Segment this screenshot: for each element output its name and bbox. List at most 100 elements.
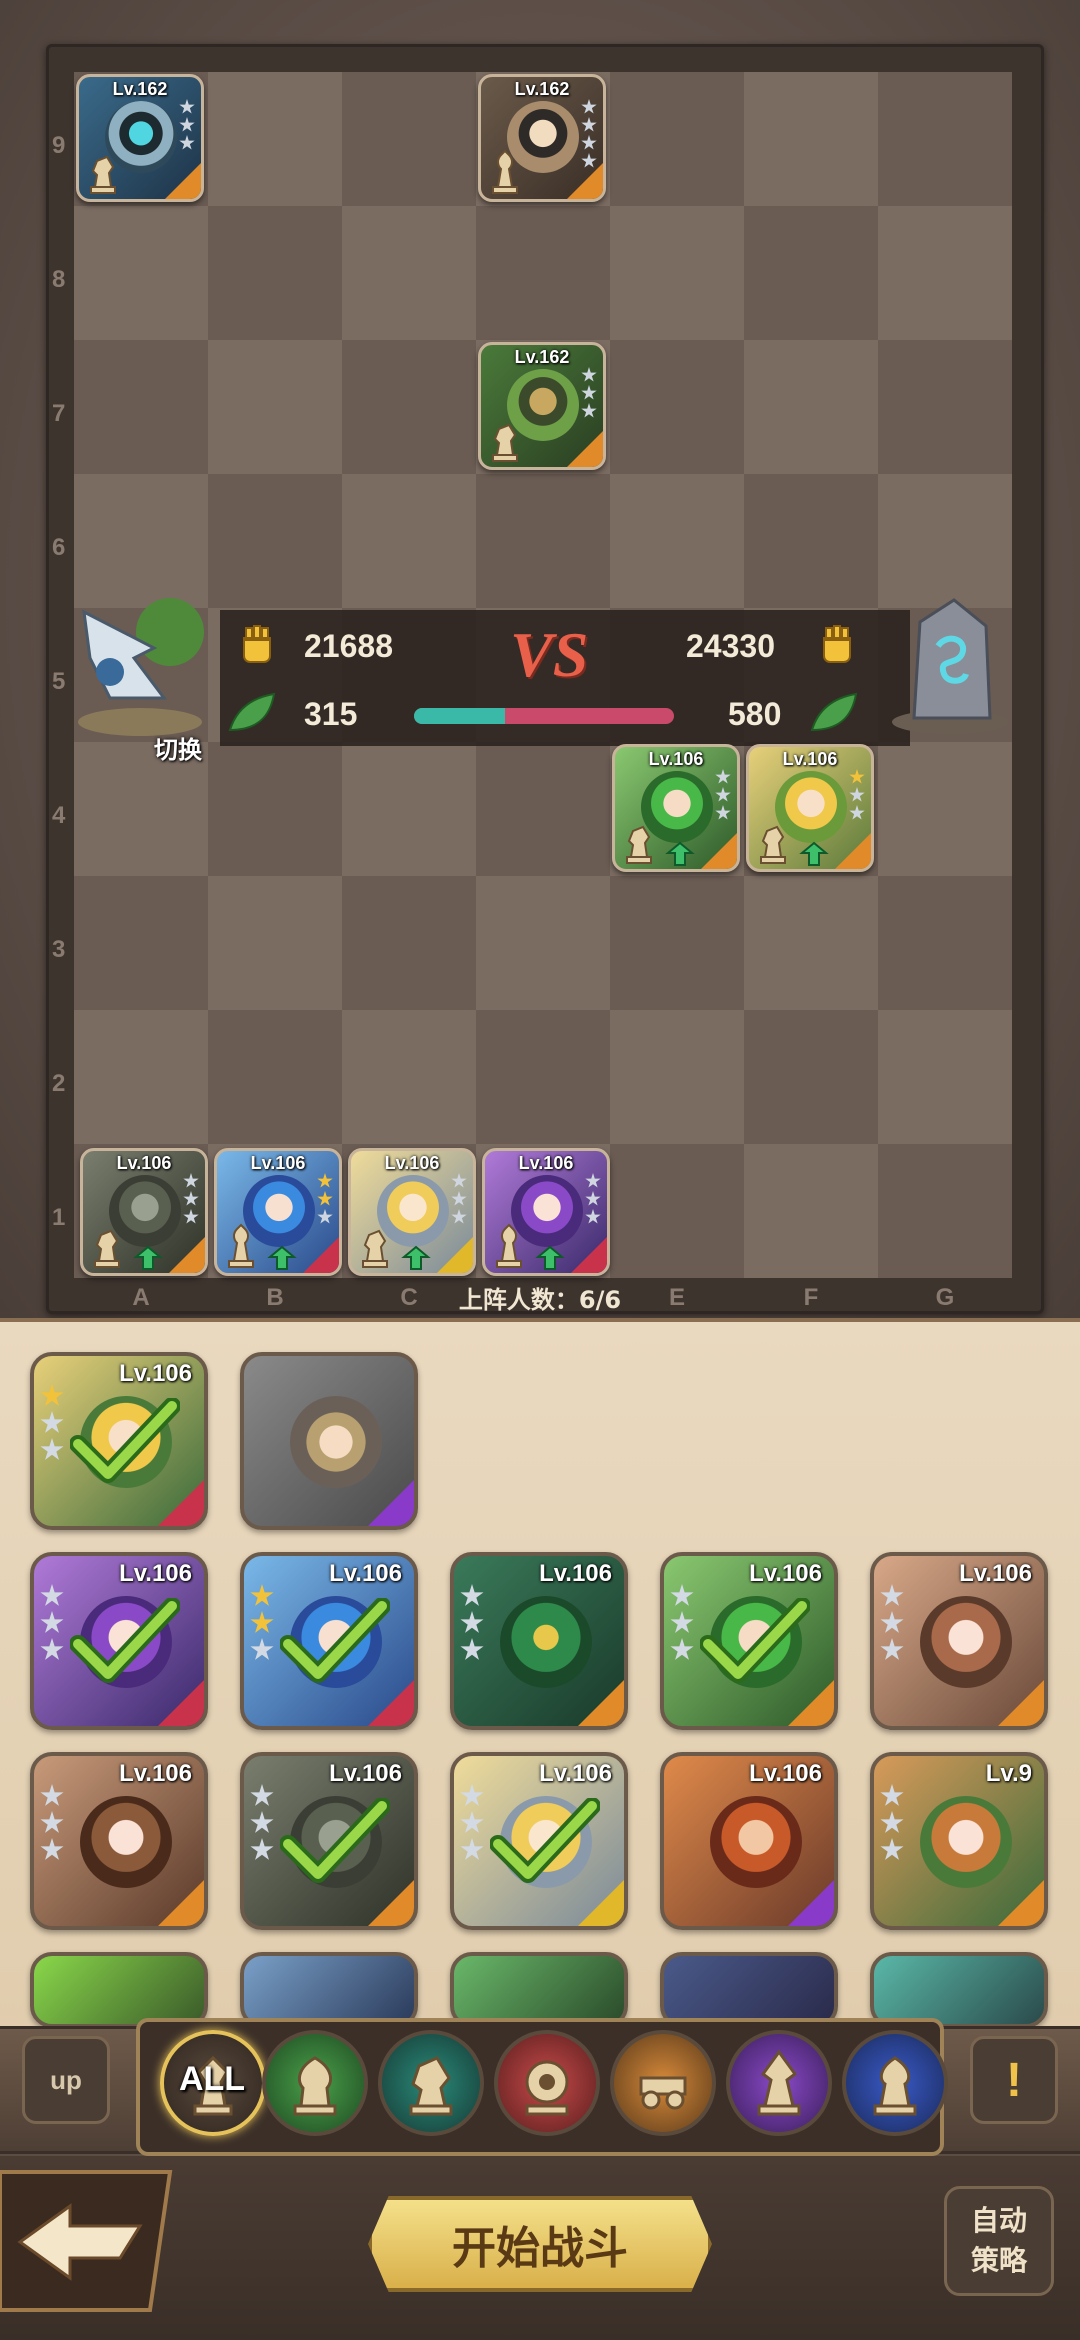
- board-cell[interactable]: [878, 742, 1012, 876]
- board-cell[interactable]: [878, 340, 1012, 474]
- board-cell[interactable]: [878, 876, 1012, 1010]
- hero-card[interactable]: Lv.106: [660, 1752, 838, 1930]
- board-cell[interactable]: [610, 72, 744, 206]
- board-cell[interactable]: [476, 876, 610, 1010]
- chess-horse-icon: [409, 2056, 453, 2116]
- board-cell[interactable]: [342, 72, 476, 206]
- selected-check-icon: [70, 1398, 180, 1483]
- enemy-rune-stone-avatar[interactable]: [880, 586, 1020, 736]
- board-cell[interactable]: [610, 1144, 744, 1278]
- ally-formation-avatar[interactable]: [70, 588, 210, 738]
- board-cell[interactable]: [342, 742, 476, 876]
- board-cell[interactable]: [744, 474, 878, 608]
- board-cell[interactable]: [744, 340, 878, 474]
- board-cell[interactable]: [878, 1010, 1012, 1144]
- enemy-token[interactable]: Lv.162: [478, 74, 606, 202]
- level-label: Lv.106: [119, 1760, 192, 1787]
- ally-power-value: 21688: [304, 628, 393, 664]
- level-label: Lv.106: [329, 1560, 402, 1587]
- filter-support-button[interactable]: [842, 2030, 948, 2136]
- board-cell[interactable]: [342, 876, 476, 1010]
- rarity-corner: [165, 163, 201, 199]
- start-battle-button[interactable]: 开始战斗: [368, 2196, 712, 2292]
- up-label: up: [50, 2064, 82, 2095]
- ally-token[interactable]: Lv.106: [612, 744, 740, 872]
- board-cell[interactable]: [476, 742, 610, 876]
- board-cell[interactable]: [208, 876, 342, 1010]
- hero-card[interactable]: [450, 1952, 628, 2028]
- board-cell[interactable]: [208, 72, 342, 206]
- board-cell[interactable]: [208, 742, 342, 876]
- board-cell[interactable]: [610, 876, 744, 1010]
- hero-card[interactable]: Lv.106: [450, 1552, 628, 1730]
- board-cell[interactable]: [208, 1010, 342, 1144]
- hero-card[interactable]: [240, 1952, 418, 2028]
- board-cell[interactable]: [878, 1144, 1012, 1278]
- hero-card[interactable]: [240, 1352, 418, 1530]
- hero-card[interactable]: Lv.106: [450, 1752, 628, 1930]
- board-cell[interactable]: [74, 340, 208, 474]
- board-cell[interactable]: [342, 1010, 476, 1144]
- hero-card[interactable]: Lv.106: [870, 1552, 1048, 1730]
- alert-button[interactable]: !: [970, 2036, 1058, 2124]
- filter-knight-button[interactable]: [378, 2030, 484, 2136]
- board-cell[interactable]: [342, 206, 476, 340]
- hero-card[interactable]: [30, 1952, 208, 2028]
- board-cell[interactable]: [476, 1010, 610, 1144]
- board-cell[interactable]: [610, 206, 744, 340]
- star-icons: [880, 1584, 906, 1665]
- board-cell[interactable]: [74, 206, 208, 340]
- hero-card[interactable]: Lv.106: [30, 1552, 208, 1730]
- back-arrow-button[interactable]: [0, 2162, 190, 2320]
- hero-card[interactable]: Lv.106: [660, 1552, 838, 1730]
- board-cell[interactable]: [74, 876, 208, 1010]
- board-cell[interactable]: [744, 1144, 878, 1278]
- board-cell[interactable]: [878, 72, 1012, 206]
- ally-token[interactable]: Lv.106: [80, 1148, 208, 1276]
- hero-card[interactable]: Lv.106: [240, 1552, 418, 1730]
- board-cell[interactable]: [744, 206, 878, 340]
- hero-card[interactable]: Lv.9: [870, 1752, 1048, 1930]
- board-cell[interactable]: [342, 474, 476, 608]
- hero-portrait: [920, 1596, 1012, 1688]
- enemy-token[interactable]: Lv.162: [478, 342, 606, 470]
- board-cell[interactable]: [208, 206, 342, 340]
- board-cell[interactable]: [744, 1010, 878, 1144]
- hero-card[interactable]: [870, 1952, 1048, 2028]
- upgrade-button[interactable]: up: [22, 2036, 110, 2124]
- filter-mage-button[interactable]: [726, 2030, 832, 2136]
- board-cell[interactable]: [476, 206, 610, 340]
- selected-check-icon: [490, 1798, 600, 1883]
- auto-label-line1: 自动: [970, 2204, 1027, 2237]
- board-cell[interactable]: [342, 340, 476, 474]
- board-cell[interactable]: [744, 72, 878, 206]
- hero-card[interactable]: Lv.106: [30, 1752, 208, 1930]
- board-cell[interactable]: [74, 1010, 208, 1144]
- board-cell[interactable]: [610, 340, 744, 474]
- star-icons: [451, 1173, 469, 1227]
- ally-token[interactable]: Lv.106: [746, 744, 874, 872]
- ally-token[interactable]: Lv.106: [482, 1148, 610, 1276]
- auto-strategy-button[interactable]: 自动 策略: [944, 2186, 1054, 2296]
- rarity-corner: [303, 1237, 339, 1273]
- ally-token[interactable]: Lv.106: [348, 1148, 476, 1276]
- board-cell[interactable]: [610, 474, 744, 608]
- board-cell[interactable]: [476, 474, 610, 608]
- switch-formation-label[interactable]: 切换: [154, 730, 202, 765]
- hero-portrait: [500, 1596, 592, 1688]
- filter-cannon-button[interactable]: [494, 2030, 600, 2136]
- filter-warrior-button[interactable]: [262, 2030, 368, 2136]
- board-cell[interactable]: [610, 1010, 744, 1144]
- board-cell[interactable]: [744, 876, 878, 1010]
- hero-card[interactable]: Lv.106: [240, 1752, 418, 1930]
- ally-token[interactable]: Lv.106: [214, 1148, 342, 1276]
- filter-chariot-button[interactable]: [610, 2030, 716, 2136]
- board-cell[interactable]: [208, 474, 342, 608]
- board-cell[interactable]: [878, 206, 1012, 340]
- level-label: Lv.106: [329, 1760, 402, 1787]
- hero-card[interactable]: Lv.106: [30, 1352, 208, 1530]
- hero-card[interactable]: [660, 1952, 838, 2028]
- enemy-token[interactable]: Lv.162: [76, 74, 204, 202]
- board-cell[interactable]: [208, 340, 342, 474]
- nature-element-icon: [810, 692, 858, 732]
